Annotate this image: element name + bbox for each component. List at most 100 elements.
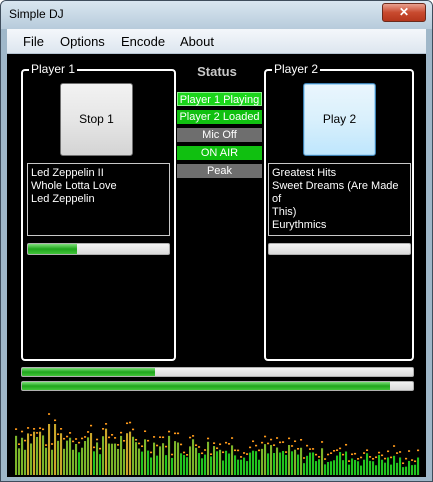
spectrum-peak [72, 440, 75, 443]
spectrum-peak [192, 435, 195, 437]
spectrum-peak [228, 443, 231, 445]
player2-song-cont: This) [272, 206, 297, 218]
spectrum-peak [318, 456, 321, 458]
spectrum-bar [288, 445, 291, 475]
spectrum-bar [333, 460, 336, 475]
spectrum-peak [198, 446, 201, 448]
spectrum-bar [132, 436, 135, 475]
player1-track-list[interactable]: Led Zeppelin II Whole Lotta Love Led Zep… [27, 163, 170, 236]
spectrum-bar [60, 433, 63, 475]
menu-bar: File Options Encode About [7, 29, 426, 54]
spectrum-peak [273, 444, 276, 446]
spectrum-bar [51, 449, 54, 475]
spectrum-bar [414, 464, 417, 475]
spectrum-peak [243, 452, 246, 454]
spectrum-bar [381, 459, 384, 475]
spectrum-peak [222, 451, 225, 454]
spectrum-peak [246, 453, 249, 455]
spectrum-peak [57, 433, 60, 436]
player1-progress[interactable] [27, 243, 170, 255]
player2-progress[interactable] [268, 243, 411, 255]
spectrum-bar [114, 443, 117, 475]
player2-album: Greatest Hits [272, 167, 337, 179]
spectrum-bar [165, 455, 168, 475]
spectrum-peak [276, 437, 279, 439]
spectrum-bar [318, 459, 321, 475]
spectrum-bar [18, 448, 21, 475]
spectrum-peak [396, 452, 399, 454]
spectrum-bar [156, 455, 159, 475]
spectrum-bar [285, 454, 288, 475]
spectrum-peak [351, 453, 354, 456]
menu-options[interactable]: Options [60, 34, 105, 49]
spectrum-peak [303, 457, 306, 459]
spectrum-bar [402, 467, 405, 475]
play2-button[interactable]: Play 2 [303, 83, 376, 156]
spectrum-peak [60, 428, 63, 430]
player2-track-list[interactable]: Greatest Hits Sweet Dreams (Are Made of … [268, 163, 411, 236]
title-bar[interactable]: Simple DJ ✕ [1, 1, 432, 29]
spectrum-peak [183, 451, 186, 454]
menu-file[interactable]: File [23, 34, 44, 49]
player2-song: Sweet Dreams (Are Made of [272, 180, 399, 205]
close-button[interactable]: ✕ [382, 3, 426, 22]
spectrum-peak [117, 444, 120, 446]
spectrum-peak [288, 437, 291, 440]
spectrum-peak [195, 444, 198, 447]
spectrum-bar [135, 442, 138, 475]
spectrum-bar [312, 452, 315, 475]
spectrum-peak [339, 447, 342, 450]
spectrum-bar [84, 441, 87, 475]
spectrum-peak [42, 428, 45, 431]
spectrum-bar [234, 455, 237, 475]
menu-encode[interactable]: Encode [121, 34, 165, 49]
spectrum-bar [168, 435, 171, 475]
spectrum-peak [414, 460, 417, 463]
spectrum-peak [171, 453, 174, 456]
spectrum-peak [240, 456, 243, 458]
spectrum-peak [357, 458, 360, 460]
spectrum-bar [240, 459, 243, 475]
spectrum-bar [225, 450, 228, 475]
spectrum-peak [324, 458, 327, 460]
spectrum-bar [180, 453, 183, 475]
spectrum-bar [342, 460, 345, 475]
spectrum-peak [21, 430, 24, 433]
spectrum-peak [399, 451, 402, 453]
spectrum-bar [207, 441, 210, 475]
spectrum-peak [315, 453, 318, 456]
status-on-air: ON AIR [177, 146, 262, 160]
spectrum-peak [393, 445, 396, 447]
spectrum-bar [123, 449, 126, 475]
spectrum-peak [24, 439, 27, 442]
spectrum-bar [192, 439, 195, 475]
spectrum-bar [45, 447, 48, 475]
status-title: Status [197, 64, 237, 79]
spectrum-peak [249, 446, 252, 449]
spectrum-bar [93, 451, 96, 475]
spectrum-peak [69, 432, 72, 434]
spectrum-peak [186, 454, 189, 456]
spectrum-bar [66, 440, 69, 475]
spectrum-bar [57, 440, 60, 475]
spectrum-bar [279, 452, 282, 475]
spectrum-peak [129, 421, 132, 424]
spectrum-bar [171, 457, 174, 475]
spectrum-peak [285, 451, 288, 453]
spectrum-peak [231, 437, 234, 439]
spectrum-peak [309, 448, 312, 450]
spectrum-peak [99, 447, 102, 450]
spectrum-peak [411, 459, 414, 461]
player1-label: Player 1 [29, 62, 78, 76]
menu-about[interactable]: About [180, 34, 214, 49]
spectrum-bar [33, 431, 36, 475]
spectrum-peak [282, 441, 285, 443]
spectrum-peak [123, 439, 126, 442]
spectrum-peak [360, 456, 363, 459]
stop1-button[interactable]: Stop 1 [60, 83, 133, 156]
spectrum-peak [342, 453, 345, 456]
spectrum-bar [369, 460, 372, 475]
player2-label: Player 2 [272, 62, 321, 76]
spectrum-peak [159, 436, 162, 438]
status-player-2-loaded: Player 2 Loaded [177, 110, 262, 124]
